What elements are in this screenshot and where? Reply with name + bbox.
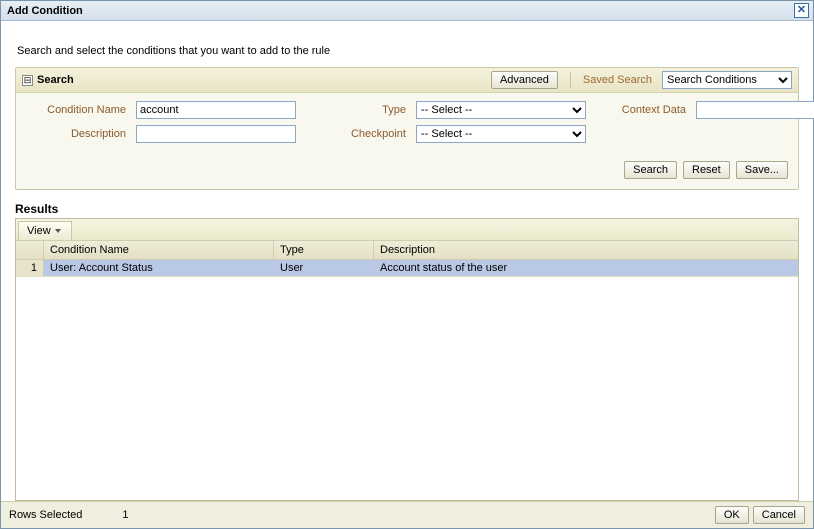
search-actions: Search Reset Save... [26, 161, 788, 179]
col-type[interactable]: Type [274, 241, 374, 259]
checkpoint-select[interactable]: -- Select -- [416, 125, 586, 143]
type-label: Type [306, 104, 406, 116]
cancel-button[interactable]: Cancel [753, 506, 805, 524]
type-select[interactable]: -- Select -- [416, 101, 586, 119]
cell-type: User [274, 260, 374, 277]
results-toolbar: View [16, 219, 798, 241]
results-box: View Condition Name Type Description 1 U… [15, 218, 799, 501]
results-body: 1 User: Account Status User Account stat… [16, 260, 798, 500]
search-title: Search [37, 74, 74, 86]
view-label: View [27, 225, 51, 237]
saved-search-label: Saved Search [583, 74, 652, 86]
condition-name-input[interactable] [136, 101, 296, 119]
advanced-button[interactable]: Advanced [491, 71, 558, 89]
dialog-footer: Rows Selected 1 OK Cancel [1, 501, 813, 528]
description-label: Description [26, 128, 126, 140]
reset-button[interactable]: Reset [683, 161, 730, 179]
search-panel: ⊟ Search Advanced Saved Search Search Co… [15, 67, 799, 190]
description-input[interactable] [136, 125, 296, 143]
context-data-label: Context Data [596, 104, 686, 116]
search-body: Condition Name Type -- Select -- Context… [16, 93, 798, 189]
context-data-input[interactable] [696, 101, 814, 119]
chevron-down-icon [55, 229, 61, 233]
divider [570, 72, 571, 88]
rows-selected-count: 1 [122, 509, 128, 521]
col-condition-name[interactable]: Condition Name [44, 241, 274, 259]
close-button[interactable]: ✕ [794, 3, 809, 18]
saved-search-select[interactable]: Search Conditions [662, 71, 792, 89]
results-header-row: Condition Name Type Description [16, 241, 798, 260]
titlebar: Add Condition ✕ [1, 1, 813, 21]
ok-button[interactable]: OK [715, 506, 749, 524]
search-button[interactable]: Search [624, 161, 677, 179]
rows-selected-label: Rows Selected [9, 509, 82, 521]
close-icon: ✕ [797, 5, 806, 16]
checkpoint-label: Checkpoint [306, 128, 406, 140]
intro-text: Search and select the conditions that yo… [17, 45, 799, 57]
dialog-title: Add Condition [7, 5, 83, 17]
cell-description: Account status of the user [374, 260, 798, 277]
table-row[interactable]: 1 User: Account Status User Account stat… [16, 260, 798, 277]
condition-name-label: Condition Name [26, 104, 126, 116]
collapse-icon[interactable]: ⊟ [22, 75, 33, 86]
view-menu-button[interactable]: View [18, 221, 72, 240]
col-rownum [16, 241, 44, 259]
results-title: Results [15, 202, 799, 216]
save-button[interactable]: Save... [736, 161, 788, 179]
search-header: ⊟ Search Advanced Saved Search Search Co… [16, 68, 798, 93]
cell-condition-name: User: Account Status [44, 260, 274, 277]
add-condition-dialog: Add Condition ✕ Search and select the co… [0, 0, 814, 529]
col-description[interactable]: Description [374, 241, 798, 259]
row-number: 1 [16, 260, 44, 277]
